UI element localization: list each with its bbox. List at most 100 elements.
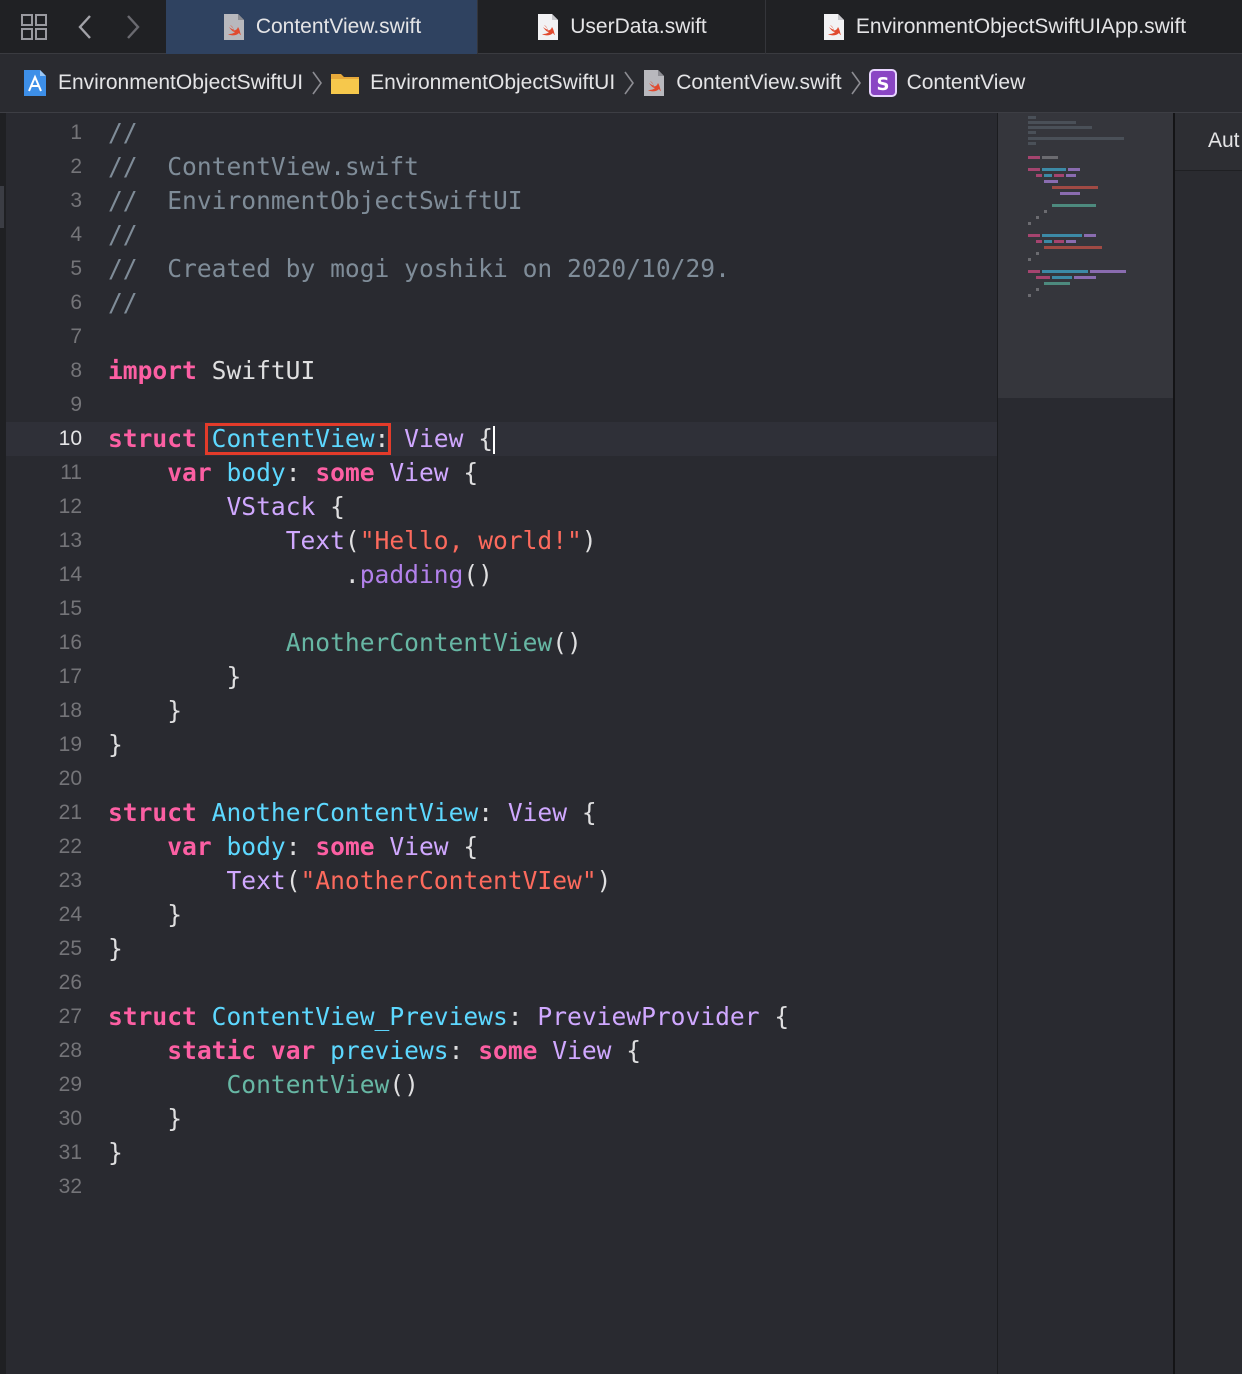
tab-environmentobjectswiftuiapp-swift[interactable]: EnvironmentObjectSwiftUIApp.swift [766, 0, 1242, 54]
code-line[interactable]: 7 [6, 320, 997, 354]
code-editor[interactable]: 1 // 2 // ContentView.swift 3 // EnvironmentO… [6, 115, 997, 1374]
code-token: : [448, 1036, 479, 1065]
breadcrumb-file[interactable]: ContentView.swift [642, 69, 842, 97]
code-token: { [315, 492, 345, 521]
line-number: 29 [58, 1073, 82, 1096]
code-token: { [567, 798, 597, 827]
code-line[interactable]: 23 Text("AnotherContentVIew") [6, 864, 997, 898]
code-line[interactable]: 22 var body: some View { [6, 830, 997, 864]
inspector-header-label: Aut [1208, 129, 1240, 152]
code-text: Text("AnotherContentVIew") [108, 864, 611, 898]
code-line[interactable]: 13 Text("Hello, world!") [6, 524, 997, 558]
code-text: // [108, 286, 138, 320]
code-line[interactable]: 29 ContentView() [6, 1068, 997, 1102]
code-line[interactable]: 4 // [6, 218, 997, 252]
code-line[interactable]: 1 // [6, 116, 997, 150]
code-text: } [108, 932, 123, 966]
code-line[interactable]: 21 struct AnotherContentView: View { [6, 796, 997, 830]
breadcrumb-label: EnvironmentObjectSwiftUI [58, 71, 304, 94]
code-line[interactable]: 32 [6, 1170, 997, 1204]
line-number: 4 [70, 223, 82, 246]
forward-button[interactable] [112, 0, 152, 54]
tab-contentview-swift[interactable]: ContentView.swift [166, 0, 478, 54]
code-line[interactable]: 17 } [6, 660, 997, 694]
code-line[interactable]: 25} [6, 932, 997, 966]
code-text: // ContentView.swift [108, 150, 419, 184]
code-token: // [108, 118, 138, 147]
code-token: } [108, 696, 183, 725]
code-line[interactable]: 31} [6, 1136, 997, 1170]
code-token: some [315, 832, 375, 861]
line-number: 17 [58, 665, 82, 688]
breadcrumb-symbol[interactable]: S ContentView [868, 69, 1025, 97]
line-number: 2 [70, 155, 82, 178]
code-line[interactable]: 19} [6, 728, 997, 762]
line-number: 20 [58, 767, 82, 790]
code-line[interactable]: 14 .padding() [6, 558, 997, 592]
line-number: 18 [58, 699, 82, 722]
code-line[interactable]: 30 } [6, 1102, 997, 1136]
code-token: { [611, 1036, 642, 1065]
navigator-grid-button[interactable] [14, 0, 54, 54]
code-line[interactable]: 11 var body: some View { [6, 456, 997, 490]
code-text: // [108, 218, 138, 252]
breadcrumb-label: ContentView.swift [676, 71, 842, 94]
code-text: struct ContentView_Previews: PreviewProv… [108, 1000, 789, 1034]
code-line[interactable]: 12 VStack { [6, 490, 997, 524]
code-line[interactable]: 18 } [6, 694, 997, 728]
code-token: PreviewProvider [537, 1002, 760, 1031]
folder-icon [331, 74, 360, 94]
code-line[interactable]: 15 [6, 592, 997, 626]
code-line[interactable]: 6 // [6, 286, 997, 320]
code-line[interactable]: 9 [6, 388, 997, 422]
line-number: 10 [58, 427, 82, 450]
line-number: 25 [58, 937, 82, 960]
chevron-right-icon [850, 70, 862, 96]
line-number: 21 [58, 801, 82, 824]
code-line[interactable]: 10 struct ContentView: View { [6, 422, 997, 456]
breadcrumb-project[interactable]: EnvironmentObjectSwiftUI [22, 69, 303, 97]
grid-icon [21, 14, 47, 40]
tab-userdata-swift[interactable]: UserData.swift [478, 0, 766, 54]
code-token: VStack [226, 492, 316, 521]
inspector-header[interactable]: Aut [1175, 113, 1242, 171]
svg-text:S: S [876, 74, 889, 95]
breadcrumb-label: EnvironmentObjectSwiftUI [370, 71, 616, 94]
code-line[interactable]: 26 [6, 966, 997, 1000]
struct-icon: S [868, 69, 897, 97]
line-number: 8 [70, 359, 82, 382]
minimap-viewport[interactable] [998, 113, 1173, 398]
code-line[interactable]: 24 } [6, 898, 997, 932]
code-line[interactable]: 27 struct ContentView_Previews: PreviewPr… [6, 1000, 997, 1034]
code-line[interactable]: 5 // Created by mogi yoshiki on 2020/10/2… [6, 252, 997, 286]
code-token: ) [581, 526, 597, 555]
code-token: } [108, 1138, 123, 1167]
code-text: } [108, 898, 182, 932]
back-button[interactable] [66, 0, 106, 54]
swift-file-icon [223, 14, 244, 40]
breadcrumb-group-folder[interactable]: EnvironmentObjectSwiftUI [330, 70, 615, 96]
code-token: "Hello, world!" [359, 526, 582, 555]
line-number: 22 [58, 835, 82, 858]
code-line[interactable]: 3 // EnvironmentObjectSwiftUI [6, 184, 997, 218]
code-text: // [108, 116, 138, 150]
code-token: : [478, 798, 508, 827]
code-token: } [108, 662, 242, 691]
code-token: : [374, 424, 405, 453]
text-caret [493, 426, 495, 454]
minimap[interactable] [997, 113, 1173, 1374]
code-line[interactable]: 8 import SwiftUI [6, 354, 997, 388]
code-line[interactable]: 2 // ContentView.swift [6, 150, 997, 184]
code-token: var [167, 832, 212, 861]
code-text: } [108, 728, 123, 762]
code-line[interactable]: 16 AnotherContentView() [6, 626, 997, 660]
code-line[interactable]: 20 [6, 762, 997, 796]
code-line[interactable]: 28 static var previews: some View { [6, 1034, 997, 1068]
